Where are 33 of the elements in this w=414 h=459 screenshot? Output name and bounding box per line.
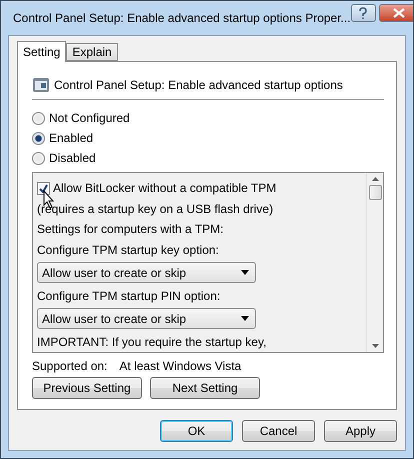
setting-text: Configure TPM startup key option:: [37, 243, 219, 258]
supported-label: Supported on:: [32, 359, 108, 373]
setting-text: Configure TPM startup PIN option:: [37, 288, 220, 303]
checkbox[interactable]: [37, 182, 50, 195]
radio-option[interactable]: Enabled: [32, 130, 384, 146]
window-title: Control Panel Setup: Enable advanced startup options Proper...: [13, 11, 351, 25]
policy-icon: [32, 76, 50, 92]
policy-name: Control Panel Setup: Enable advanced startup options: [54, 78, 343, 92]
caret-icon: [241, 270, 249, 276]
check-icon: [39, 184, 48, 193]
scrollbar[interactable]: [366, 173, 383, 352]
setting-text: (requires a startup key on a USB flash drive): [37, 202, 274, 216]
scroll-thumb[interactable]: [368, 185, 382, 200]
dropdown[interactable]: Allow user to create or skip: [37, 262, 256, 284]
supported-value: At least Windows Vista: [119, 359, 242, 373]
tab[interactable]: Explain: [66, 43, 118, 61]
setting-text: Settings for computers with a TPM:: [37, 222, 224, 236]
radio-option[interactable]: Not Configured: [32, 110, 384, 126]
help-icon: [358, 7, 368, 19]
dialog-button[interactable]: OK: [160, 420, 233, 442]
checkbox-label: Allow BitLocker without a compatible TPM: [53, 181, 276, 196]
radio-option[interactable]: Disabled: [32, 150, 384, 166]
dialog-button[interactable]: Apply: [324, 420, 397, 442]
setting-text: IMPORTANT: If you require the startup key,: [37, 334, 266, 349]
close-button[interactable]: [378, 4, 413, 22]
help-button[interactable]: [350, 4, 376, 22]
dialog-button[interactable]: Cancel: [242, 420, 315, 442]
nav-button[interactable]: Next Setting: [150, 377, 260, 399]
nav-button[interactable]: Previous Setting: [32, 377, 142, 399]
dropdown[interactable]: Allow user to create or skip: [37, 308, 256, 330]
close-icon: [392, 8, 405, 18]
caret-icon: [241, 316, 249, 322]
tab[interactable]: Setting: [17, 41, 66, 62]
